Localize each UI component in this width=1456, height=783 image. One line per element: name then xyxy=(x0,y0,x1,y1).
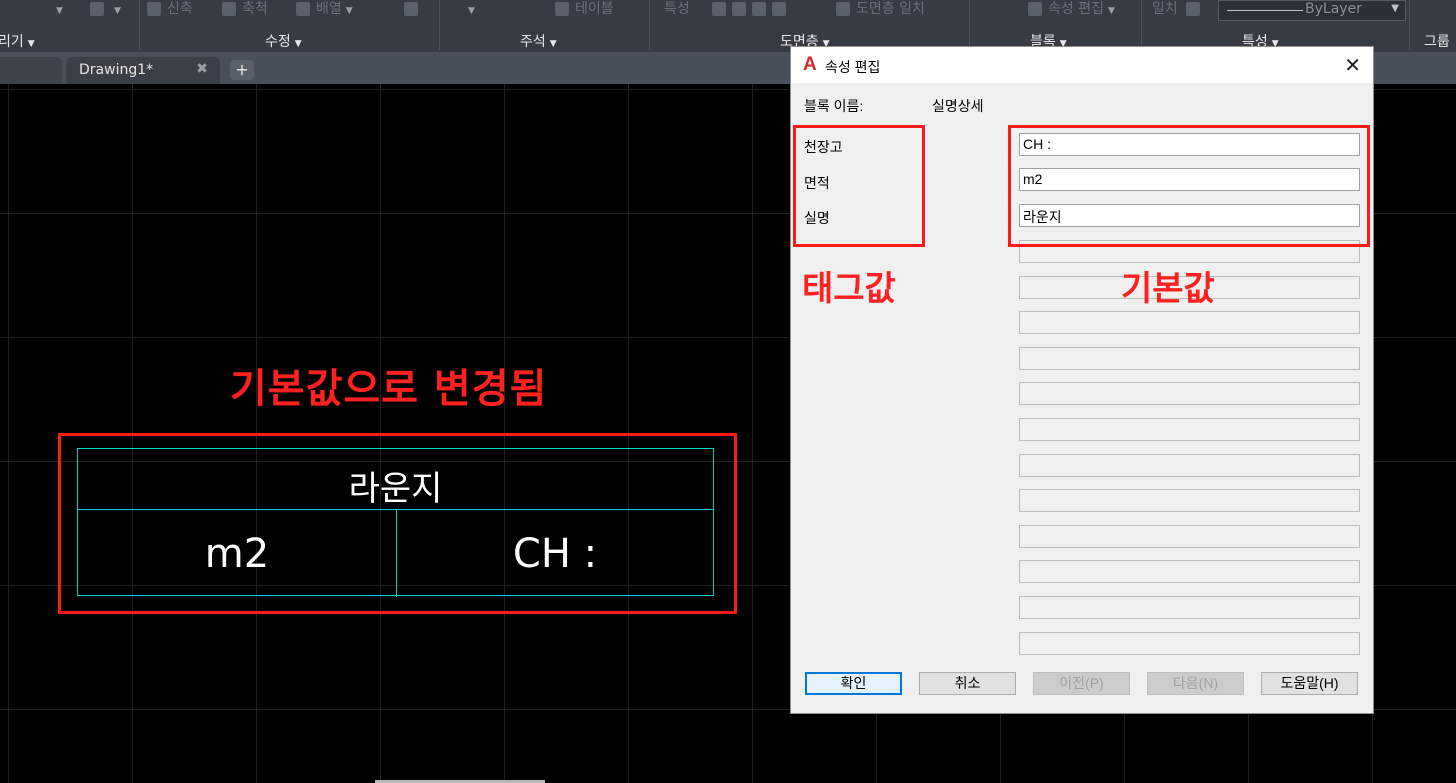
help-button[interactable]: 도움말(H) xyxy=(1261,672,1358,695)
ribbon-tool-icon-2[interactable] xyxy=(404,0,424,22)
layer-tool-icon-2 xyxy=(732,2,746,16)
previous-button[interactable]: 이전(P) xyxy=(1033,672,1130,695)
empty-attribute-field xyxy=(1019,347,1360,370)
empty-attribute-field xyxy=(1019,489,1360,512)
linetype-select[interactable]: ByLayer ▼ xyxy=(1218,0,1406,21)
panel-title-modify[interactable]: 수정 ▼ xyxy=(265,31,302,51)
block-area: m2 xyxy=(204,531,270,577)
ribbon-tool-icon[interactable]: ▼ xyxy=(90,0,121,22)
empty-attribute-field xyxy=(1019,632,1360,655)
annotation-box-tags xyxy=(793,125,925,247)
close-icon[interactable]: ✖ xyxy=(196,61,208,77)
empty-attribute-field xyxy=(1019,525,1360,548)
annotation-box-values xyxy=(1008,125,1370,247)
tab-start[interactable] xyxy=(0,57,62,84)
layer-tool-icon-4 xyxy=(772,2,786,16)
linetype-value: ByLayer xyxy=(1305,1,1362,17)
block-room-name: 라운지 xyxy=(348,469,443,509)
panel-title-annotation[interactable]: 주석 ▼ xyxy=(520,31,557,51)
ribbon: ▼ ▼ 신축 축척 배열 ▼ ▼ 테이블 특성 도면층 일치 속성 편집 ▼ 일치 … xyxy=(0,0,1456,52)
attribute-block[interactable]: 라운지 m2 CH : xyxy=(77,448,714,597)
annotation-changed-to-default: 기본값으로 변경됨 xyxy=(230,366,548,412)
stretch-icon xyxy=(90,2,104,16)
chevron-down-icon: ▼ xyxy=(1391,3,1399,14)
autocad-logo-icon: A xyxy=(803,54,817,75)
annotation-default-values: 기본값 xyxy=(1121,270,1215,308)
linetype-preview xyxy=(1227,10,1303,11)
ok-button[interactable]: 확인 xyxy=(805,672,902,695)
edit-attribute-icon xyxy=(1028,2,1042,16)
panel-title-groups[interactable]: 그룹 xyxy=(1424,31,1450,51)
layer-tool-icon-1 xyxy=(712,2,726,16)
annotation-tag-values: 태그값 xyxy=(802,270,896,308)
dialog-titlebar[interactable]: A 속성 편집 ✕ xyxy=(791,47,1373,83)
block-name-label: 블록 이름: xyxy=(804,98,864,114)
table-button[interactable]: 테이블 xyxy=(555,0,614,22)
edit-attributes-dialog: A 속성 편집 ✕ 블록 이름: 실명상세 천장고 면적 실명 CH : m2 … xyxy=(790,46,1374,714)
stretch-tool-icon xyxy=(147,2,161,16)
table-icon xyxy=(555,2,569,16)
layer-match-icon xyxy=(836,2,850,16)
layer-match-button[interactable]: 도면층 일치 xyxy=(836,0,925,22)
close-icon[interactable]: ✕ xyxy=(1344,53,1361,78)
empty-attribute-field xyxy=(1019,418,1360,441)
new-tab-button[interactable]: + xyxy=(230,60,254,80)
layer-tool-icon-3 xyxy=(752,2,766,16)
dialog-title: 속성 편집 xyxy=(825,59,881,75)
match-properties-button[interactable]: 일치 xyxy=(1152,0,1206,22)
stretch-button[interactable]: 신축 xyxy=(147,0,193,22)
ribbon-dropdown-arrow-2[interactable]: ▼ xyxy=(464,0,475,22)
layer-properties-button[interactable]: 특성 xyxy=(664,0,690,22)
array-icon xyxy=(296,2,310,16)
panel-title-draw[interactable]: 리기 ▼ xyxy=(0,31,35,51)
empty-attribute-field xyxy=(1019,596,1360,619)
cancel-button[interactable]: 취소 xyxy=(919,672,1016,695)
array-button[interactable]: 배열 ▼ xyxy=(296,0,353,22)
tab-drawing1[interactable]: Drawing1* ✖ xyxy=(66,57,220,84)
next-button[interactable]: 다음(N) xyxy=(1147,672,1244,695)
scale-icon xyxy=(222,2,236,16)
ribbon-dropdown-arrow[interactable]: ▼ xyxy=(52,0,63,22)
empty-attribute-field xyxy=(1019,454,1360,477)
ribbon-tools-row: ▼ ▼ 신축 축척 배열 ▼ ▼ 테이블 특성 도면층 일치 속성 편집 ▼ 일치 … xyxy=(0,0,1456,26)
scale-button[interactable]: 축척 xyxy=(222,0,268,22)
edit-attribute-button[interactable]: 속성 편집 ▼ xyxy=(1028,0,1115,22)
empty-attribute-field xyxy=(1019,382,1360,405)
block-ceiling-height: CH : xyxy=(512,531,598,577)
tab-label: Drawing1* xyxy=(79,62,154,78)
match-properties-icon xyxy=(1185,2,1200,16)
empty-attribute-field xyxy=(1019,560,1360,583)
empty-attribute-field xyxy=(1019,311,1360,334)
tool-icon xyxy=(404,2,418,16)
block-name-value: 실명상세 xyxy=(932,98,984,114)
layer-tools[interactable] xyxy=(712,0,792,22)
